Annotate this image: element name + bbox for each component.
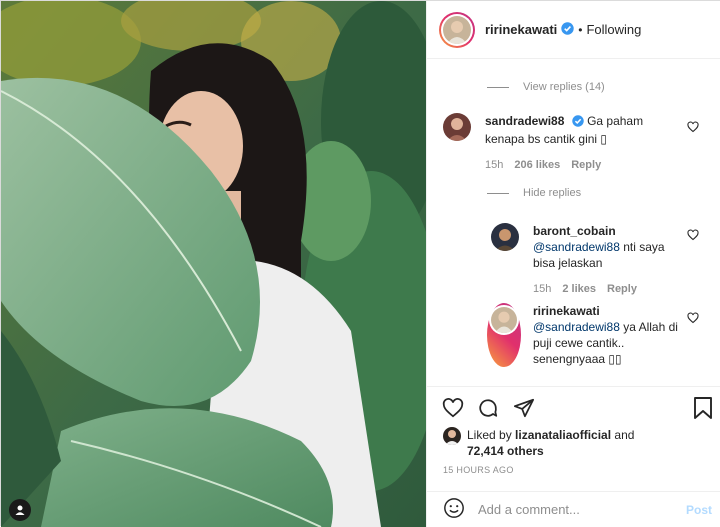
liked-by-and: and — [611, 428, 635, 442]
mention-link[interactable]: @sandradewi88 — [533, 320, 620, 334]
post-details-panel: ririnekawati • Following View replies (1… — [426, 1, 720, 527]
post-photo[interactable] — [1, 1, 426, 527]
post-dialog: ririnekawati • Following View replies (1… — [0, 0, 720, 527]
photo-image — [1, 1, 426, 527]
reply-comment: baront_cobain @sandradewi88 nti saya bis… — [491, 223, 683, 297]
hide-replies-toggle[interactable]: Hide replies — [487, 187, 581, 199]
comment-like-heart-icon[interactable] — [687, 312, 699, 327]
following-button[interactable]: Following — [586, 22, 641, 37]
comment-time[interactable]: 15h — [485, 157, 503, 173]
commenter-username[interactable]: baront_cobain — [533, 224, 616, 238]
user-tag-icon[interactable] — [9, 499, 31, 521]
comment-likes[interactable]: 2 likes — [562, 281, 596, 297]
post-comment-button[interactable]: Post — [686, 503, 712, 517]
comment-input[interactable] — [478, 502, 678, 517]
emoji-glyph: ▯ — [600, 132, 608, 146]
bookmark-icon[interactable] — [693, 396, 713, 423]
post-timestamp[interactable]: 15 HOURS AGO — [443, 465, 514, 475]
emoji-glyph: ▯▯ — [608, 352, 622, 366]
speech-bubble-icon[interactable] — [477, 397, 499, 422]
owner-avatar[interactable] — [439, 11, 475, 48]
paper-plane-icon[interactable] — [513, 397, 535, 422]
comment-time[interactable]: 15h — [533, 281, 551, 297]
post-header: ririnekawati • Following — [427, 1, 720, 59]
liked-by-text: Liked by lizanataliaofficial and 72,414 … — [467, 427, 634, 459]
owner-username[interactable]: ririnekawati — [485, 22, 557, 37]
liked-by-user-link[interactable]: lizanataliaofficial — [515, 428, 611, 442]
verified-badge-icon — [561, 21, 574, 38]
comment-like-heart-icon[interactable] — [687, 229, 699, 244]
liked-by-row: Liked by lizanataliaofficial and 72,414 … — [443, 427, 634, 459]
commenter-username[interactable]: ririnekawati — [533, 304, 600, 318]
hide-replies-label: Hide replies — [523, 187, 582, 199]
liked-by-prefix: Liked by — [467, 428, 516, 442]
smiley-icon[interactable] — [443, 497, 465, 522]
verified-badge-icon — [571, 115, 584, 131]
view-replies-toggle[interactable]: View replies (14) — [487, 81, 605, 93]
divider-line — [487, 86, 509, 88]
comments-list[interactable]: View replies (14) sandradewi88 Ga paham … — [427, 59, 720, 386]
comment-composer: Post — [427, 491, 720, 527]
comment-likes[interactable]: 206 likes — [514, 157, 560, 173]
view-replies-label: View replies (14) — [523, 81, 605, 93]
liker-avatar[interactable] — [443, 427, 461, 445]
commenter-username[interactable]: sandradewi88 — [485, 114, 564, 128]
heart-icon[interactable] — [442, 397, 464, 422]
mention-link[interactable]: @sandradewi88 — [533, 240, 620, 254]
header-separator: • — [578, 22, 583, 37]
commenter-avatar[interactable] — [491, 223, 519, 251]
commenter-avatar[interactable] — [487, 303, 521, 367]
reply-button[interactable]: Reply — [607, 281, 637, 297]
post-actions: Liked by lizanataliaofficial and 72,414 … — [427, 386, 720, 486]
reply-comment: ririnekawati @sandradewi88 ya Allah di p… — [487, 303, 683, 367]
comment-like-heart-icon[interactable] — [687, 121, 699, 136]
divider-line — [487, 192, 509, 194]
comment: sandradewi88 Ga paham kenapa bs cantik g… — [443, 113, 675, 173]
reply-button[interactable]: Reply — [571, 157, 601, 173]
others-likes-link[interactable]: 72,414 others — [467, 444, 544, 458]
commenter-avatar[interactable] — [443, 113, 471, 141]
